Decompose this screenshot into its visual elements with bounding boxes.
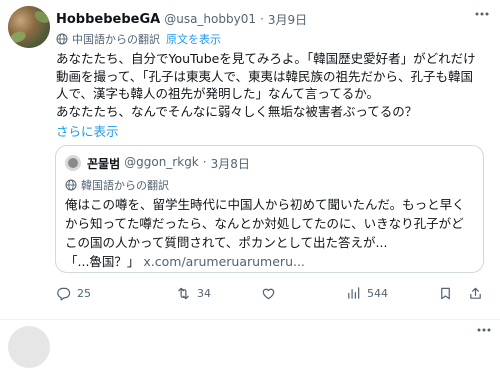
separator: · (202, 155, 207, 169)
bar-chart-icon (348, 287, 360, 299)
divider (0, 319, 500, 320)
author-avatar[interactable] (8, 6, 50, 48)
translated-from-label: 中国語からの翻訳 (72, 33, 160, 46)
separator: · (259, 12, 264, 26)
translation-note: 中国語からの翻訳 原文を表示 (56, 31, 221, 47)
quote-author-name: 꼰물범 (87, 157, 121, 171)
quote-date: 3月8日 (210, 157, 250, 171)
next-tweet-avatar[interactable] (8, 326, 50, 368)
author-handle[interactable]: @usa_hobby01 (164, 12, 256, 26)
tweet-header: HobbebebeGA @usa_hobby01 · 3月9日 (56, 10, 307, 28)
like-button[interactable] (261, 286, 282, 301)
quote-text-line: 俺はこの噂を、留学生時代に中国人から初めて聞いたんだ。もっと早く (65, 197, 465, 212)
quote-text-line: この国の人かって質問されて、ポカンとして出た答えが... (65, 235, 388, 250)
heart-icon (262, 288, 275, 300)
quote-text-line: 「...魯国？」 x.com/arumeruarumeru... (65, 252, 477, 271)
tweet-text-line: 動画を撮って、「孔子は東夷人で、東夷は韓民族の祖先だから、孔子も韓国 (56, 68, 474, 84)
quote-author-handle: @ggon_rkgk (124, 155, 199, 169)
tweet-text-line: あなたたち、自分でYouTubeを見てみろよ。「韓国歴史愛好者」がどれだけ (56, 51, 476, 66)
more-dots-icon[interactable] (472, 8, 492, 24)
bookmark-button[interactable] (438, 286, 453, 301)
globe-icon (65, 179, 77, 191)
quote-url-link[interactable]: x.com/arumeruarumeru... (143, 254, 305, 269)
view-count: 544 (367, 287, 388, 300)
author-name[interactable]: HobbebebeGA (56, 12, 160, 27)
tweet[interactable]: HobbebebeGA @usa_hobby01 · 3月9日 中国語からの翻訳… (0, 0, 500, 320)
share-icon (470, 287, 481, 299)
bookmark-icon (441, 287, 450, 300)
tweet-text-line: 人で、漢字も韓人の祖先が発明した」なんて言ってるか。 (56, 86, 380, 101)
globe-icon (56, 33, 68, 45)
quote-author-avatar (65, 155, 81, 171)
quote-text-line: から知ってた噂だったら、なんとか対処してたのに、いきなり孔子がど (65, 216, 464, 231)
retweet-button[interactable]: 34 (176, 286, 211, 301)
quote-translated-from-label: 韓国語からの翻訳 (81, 179, 169, 192)
quote-text-tail: 「...魯国？」 (65, 254, 140, 269)
quote-header: 꼰물범 @ggon_rkgk · 3月8日 (87, 155, 250, 172)
quote-translation-note: 韓国語からの翻訳 (65, 177, 169, 193)
share-button[interactable] (468, 286, 483, 301)
action-bar: 25 34 544 (56, 286, 488, 306)
quote-text: 俺はこの噂を、留学生時代に中国人から初めて聞いたんだ。もっと早く から知ってた噂… (65, 195, 477, 271)
reply-button[interactable]: 25 (56, 286, 91, 301)
retweet-count: 34 (197, 287, 211, 300)
quoted-tweet[interactable]: 꼰물범 @ggon_rkgk · 3月8日 韓国語からの翻訳 俺はこの噂を、留学… (55, 145, 484, 273)
show-more-link[interactable]: さらに表示 (56, 121, 119, 140)
views-button[interactable]: 544 (346, 286, 388, 301)
show-original-link[interactable]: 原文を表示 (166, 31, 221, 47)
reply-count: 25 (77, 287, 91, 300)
more-dots-icon[interactable] (476, 322, 492, 338)
tweet-text: あなたたち、自分でYouTubeを見てみろよ。「韓国歴史愛好者」がどれだけ 動画… (56, 50, 488, 120)
reply-icon (57, 287, 71, 301)
retweet-icon (178, 287, 189, 300)
tweet-text-line: あなたたち、なんでそんなに弱々しく無垢な被害者ぶってるの？ (56, 103, 418, 119)
tweet-date[interactable]: 3月9日 (268, 11, 307, 28)
